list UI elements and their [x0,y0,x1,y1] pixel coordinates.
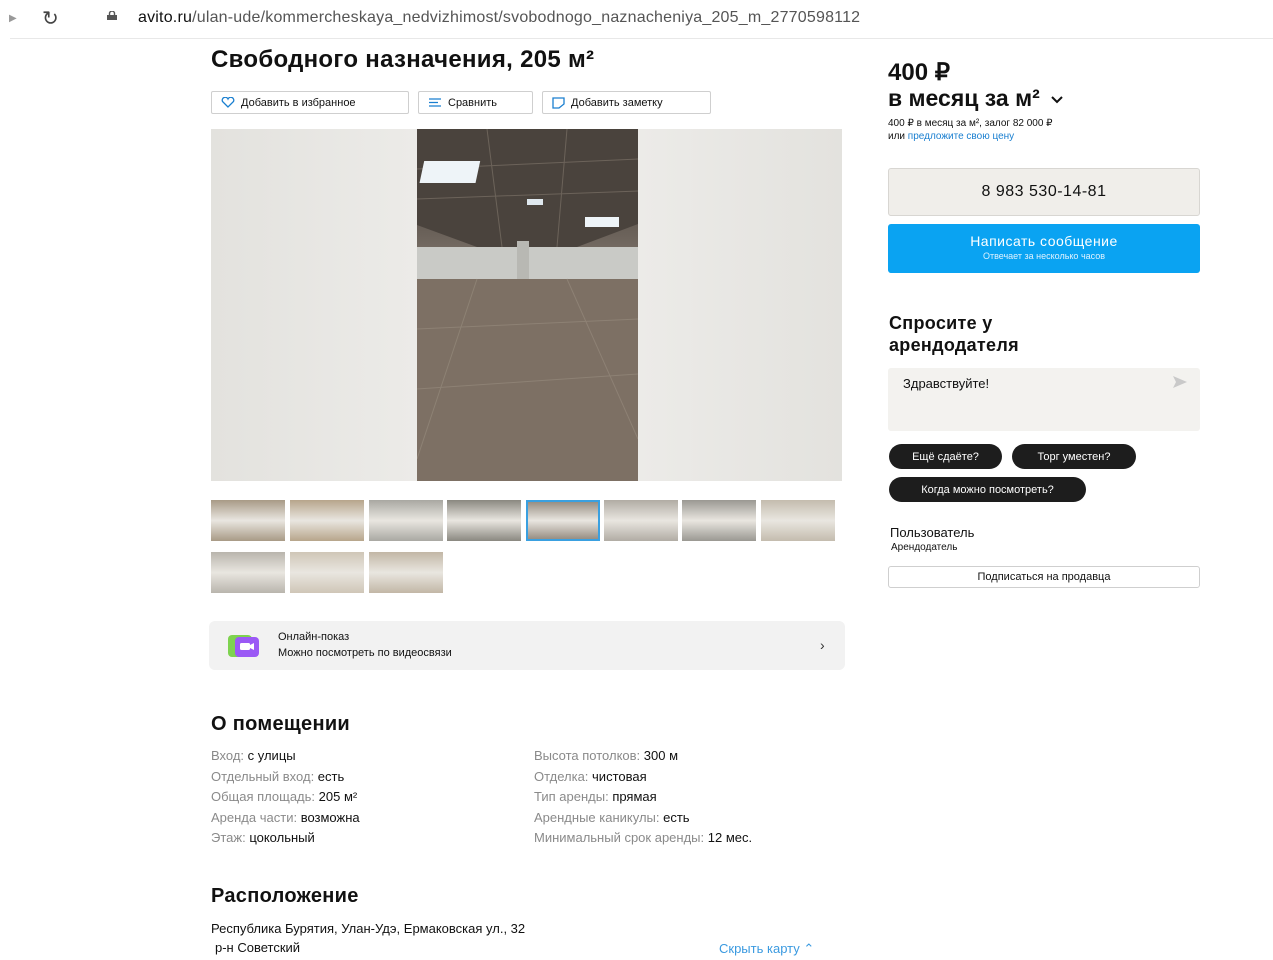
thumbnail[interactable] [682,500,756,541]
browser-url-bar: ▶ ↻ avito.ru/ulan-ude/kommercheskaya_ned… [0,0,1273,40]
hide-map-link[interactable]: Скрыть карту ⌃ [719,941,814,957]
seller-name[interactable]: Пользователь [890,525,974,540]
message-input[interactable]: Здравствуйте! [888,368,1200,431]
note-icon [552,96,565,109]
add-note-button[interactable]: Добавить заметку [542,91,711,114]
video-call-icon [228,635,259,657]
quick-question-chip[interactable]: Торг уместен? [1012,444,1136,469]
property-key: Аренда части: [211,809,301,825]
favorite-label: Добавить в избранное [241,96,356,109]
property-value: прямая [612,789,657,804]
property-value: цокольный [249,830,315,845]
send-icon[interactable] [1172,375,1188,389]
property-value: чистовая [592,768,647,784]
subscribe-button[interactable]: Подписаться на продавца [888,566,1200,588]
property-key: Тип аренды: [534,789,613,804]
thumbnail[interactable] [604,500,678,541]
property-row: Этаж: цокольный [211,830,315,845]
heart-icon [221,97,235,108]
address-text: Республика Бурятия, Улан-Удэ, Ермаковска… [211,921,526,936]
about-section-title: О помещении [211,713,351,735]
property-row: Отделка: чистовая [534,769,647,784]
district-text: р-н Советский [215,940,301,955]
online-show-banner[interactable]: Онлайн-показ Можно посмотреть по видеосв… [209,621,845,670]
thumbnail[interactable] [447,500,521,541]
property-value: 205 м² [318,789,358,804]
thumbnail[interactable] [211,500,285,541]
price-note: 400 ₽ в месяц за м², залог 82 000 ₽ [888,118,1053,129]
property-key: Этаж: [211,830,250,845]
quick-question-chip[interactable]: Ещё сдаёте? [889,444,1002,469]
price-offer: или предложите свою цену [888,131,1014,142]
thumbnail[interactable] [369,552,443,593]
url-path: /ulan-ude/kommercheskaya_nedvizhimost/sv… [192,9,861,26]
thumbnail[interactable] [526,500,600,541]
quick-question-chip[interactable]: Когда можно посмотреть? [889,477,1086,502]
add-to-favorites-button[interactable]: Добавить в избранное [211,91,409,114]
property-value: с улицы [247,748,296,763]
price-unit-selector[interactable]: в месяц за м² [888,85,1064,112]
property-value: 300 м [643,748,679,763]
message-input-text: Здравствуйте! [903,376,990,391]
address-field[interactable]: avito.ru/ulan-ude/kommercheskaya_nedvizh… [138,9,860,27]
property-key: Вход: [211,748,248,763]
divider [10,38,1273,39]
url-host: avito.ru [138,9,193,26]
thumbnail[interactable] [369,500,443,541]
price-unit-label: в месяц за м² [888,85,1040,111]
property-row: Высота потолков: 300 м [534,748,678,763]
offer-price-link[interactable]: предложите свою цену [908,131,1014,142]
online-show-subtitle: Можно посмотреть по видеосвязи [278,647,452,659]
photo-blur-right [638,129,842,481]
reload-icon[interactable]: ↻ [42,6,59,31]
price-offer-prefix: или [888,131,908,142]
page-title: Свободного назначения, 205 м² [211,46,595,73]
property-key: Отделка: [534,768,593,784]
write-message-label: Написать сообщение [970,233,1118,249]
thumbnail[interactable] [290,500,364,541]
thumbnail[interactable] [290,552,364,593]
property-value: возможна [300,809,360,825]
property-key: Общая площадь: [211,789,319,804]
price: 400 ₽ [888,59,950,86]
property-row: Вход: с улицы [211,748,296,763]
property-row: Арендные каникулы: есть [534,810,690,825]
property-key: Арендные каникулы: [534,809,664,825]
property-value: есть [317,768,345,784]
property-key: Минимальный срок аренды: [534,830,708,845]
compare-button[interactable]: Сравнить [418,91,533,114]
online-show-title: Онлайн-показ [278,631,350,643]
property-row: Минимальный срок аренды: 12 мес. [534,830,752,845]
property-row: Общая площадь: 205 м² [211,789,357,804]
property-value: есть [663,809,690,825]
property-key: Высота потолков: [534,748,644,763]
property-row: Аренда части: возможна [211,810,360,825]
property-row: Отдельный вход: есть [211,769,344,784]
property-value: 12 мес. [707,830,753,845]
ask-landlord-title: Спросите у арендодателя [889,313,1019,355]
chevron-right-icon: › [820,637,825,653]
write-message-button[interactable]: Написать сообщение Отвечает за несколько… [888,224,1200,273]
property-key: Отдельный вход: [211,768,318,784]
note-label: Добавить заметку [571,96,663,109]
compare-label: Сравнить [448,96,498,109]
location-section-title: Расположение [211,885,359,907]
lock-icon [107,11,117,20]
chevron-down-icon [1051,96,1063,104]
thumbnail[interactable] [761,500,835,541]
show-phone-button[interactable]: 8 983 530-14-81 [888,168,1200,216]
photo-room-image [417,129,638,481]
forward-arrow-icon[interactable]: ▶ [9,13,17,24]
property-row: Тип аренды: прямая [534,789,657,804]
thumbnail[interactable] [211,552,285,593]
compare-icon [429,98,441,107]
photo-blur-left [211,129,417,481]
seller-role: Арендодатель [891,542,958,553]
response-time-label: Отвечает за несколько часов [982,251,1106,261]
main-photo[interactable] [211,129,842,481]
